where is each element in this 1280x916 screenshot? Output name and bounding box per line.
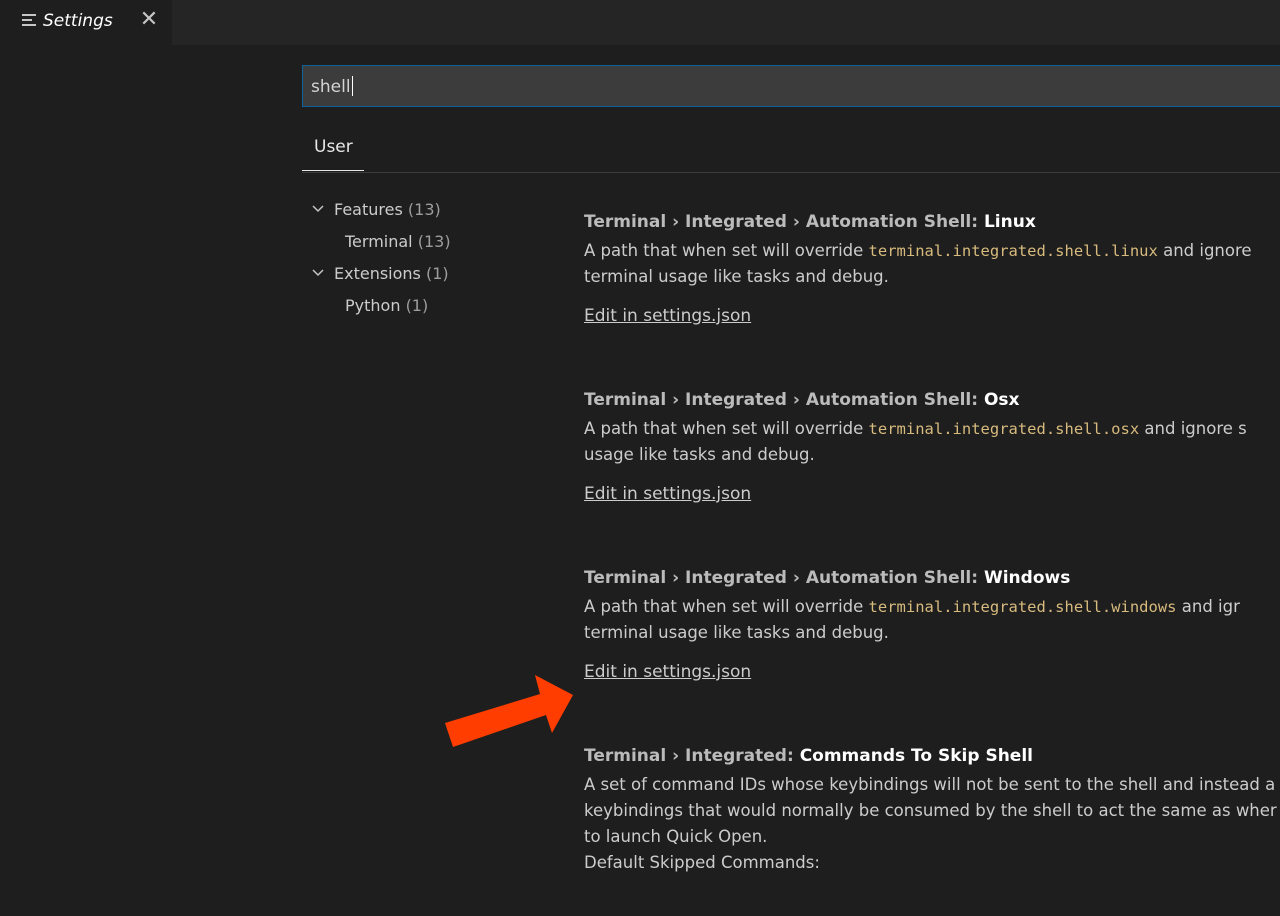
setting-description: A path that when set will override termi… xyxy=(584,241,1252,286)
tab-user-label: User xyxy=(314,137,353,157)
setting-title: Terminal › Integrated: Commands To Skip … xyxy=(584,746,1033,766)
tab-title: Settings xyxy=(43,11,113,31)
setting-automation-shell-linux: Terminal › Integrated › Automation Shell… xyxy=(584,212,1280,326)
edit-in-settings-json-link[interactable]: Edit in settings.json xyxy=(584,306,751,326)
toc-item-label: Terminal xyxy=(345,232,413,251)
toc-item-count: (13) xyxy=(407,200,441,219)
text-caret xyxy=(351,76,353,96)
setting-title: Terminal › Integrated › Automation Shell… xyxy=(584,212,1036,232)
toc-item-features[interactable]: Features (13) xyxy=(305,196,565,228)
tab-user[interactable]: User xyxy=(302,125,364,171)
toc-item-count: (1) xyxy=(405,296,429,315)
editor-tab-bar: Settings ✕ xyxy=(0,0,1280,45)
toc-item-terminal[interactable]: Terminal (13) xyxy=(305,228,565,260)
setting-commands-to-skip-shell: Terminal › Integrated: Commands To Skip … xyxy=(584,746,1280,876)
settings-tab[interactable]: Settings ✕ xyxy=(0,0,172,45)
annotation-arrow-icon xyxy=(445,675,573,747)
setting-description: A path that when set will override termi… xyxy=(584,597,1240,642)
edit-in-settings-json-link[interactable]: Edit in settings.json xyxy=(584,662,751,682)
close-icon[interactable]: ✕ xyxy=(137,8,161,32)
settings-scope-tabs: User xyxy=(302,125,1280,173)
setting-automation-shell-osx: Terminal › Integrated › Automation Shell… xyxy=(584,390,1280,504)
toc-item-count: (13) xyxy=(417,232,451,251)
setting-automation-shell-windows: Terminal › Integrated › Automation Shell… xyxy=(584,568,1280,682)
toc-item-label: Features xyxy=(334,200,403,219)
toc-item-count: (1) xyxy=(425,264,449,283)
setting-description: A set of command IDs whose keybindings w… xyxy=(584,775,1277,872)
toc-item-python[interactable]: Python (1) xyxy=(305,292,565,324)
setting-title: Terminal › Integrated › Automation Shell… xyxy=(584,568,1071,588)
setting-title: Terminal › Integrated › Automation Shell… xyxy=(584,390,1020,410)
chevron-down-icon xyxy=(312,269,324,277)
settings-toc: Features (13) Terminal (13) Extensions (… xyxy=(305,196,565,324)
toc-item-extensions[interactable]: Extensions (1) xyxy=(305,260,565,292)
search-query: shell xyxy=(311,77,351,97)
setting-description: A path that when set will override termi… xyxy=(584,419,1247,464)
toc-item-label: Python xyxy=(345,296,401,315)
edit-in-settings-json-link[interactable]: Edit in settings.json xyxy=(584,484,751,504)
toc-item-label: Extensions xyxy=(334,264,421,283)
chevron-down-icon xyxy=(312,205,324,213)
settings-list-icon xyxy=(22,14,36,28)
settings-search-input[interactable]: shell xyxy=(302,65,1280,107)
